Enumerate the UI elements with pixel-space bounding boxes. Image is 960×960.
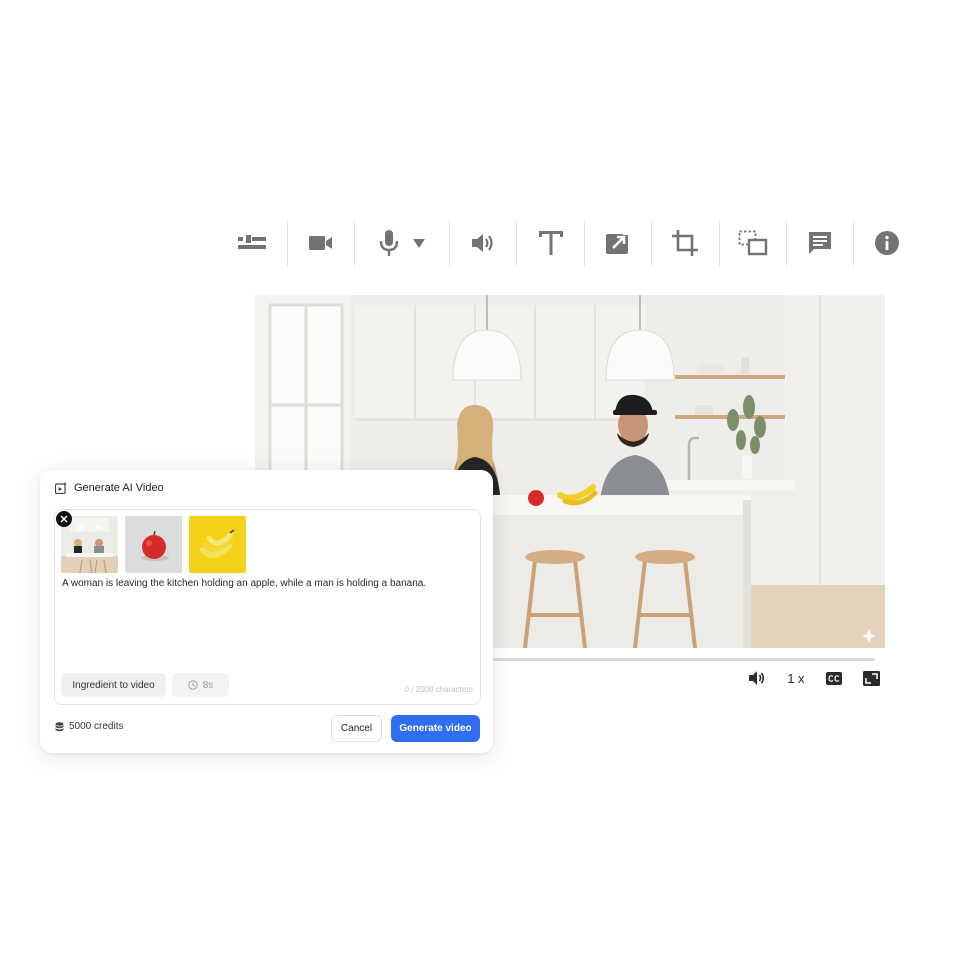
- microphone-icon: [379, 230, 399, 256]
- credits-balance: 5000 credits: [55, 721, 123, 732]
- resize-button[interactable]: [720, 218, 787, 268]
- duration-label: 8s: [202, 679, 214, 691]
- comment-icon: [809, 232, 832, 254]
- volume-icon: [749, 671, 765, 685]
- speaker-icon: [472, 234, 493, 252]
- playback-speed-button[interactable]: 1 x: [787, 671, 804, 686]
- close-icon: [60, 515, 68, 523]
- ingredient-thumbnails: [61, 516, 246, 573]
- panel-header: Generate AI Video: [55, 482, 164, 494]
- microphone-button[interactable]: [355, 218, 450, 268]
- remove-ingredient-button[interactable]: [56, 511, 72, 527]
- video-camera-icon: [308, 236, 332, 250]
- export-icon: [605, 231, 631, 254]
- generate-video-button[interactable]: Generate video: [391, 715, 480, 742]
- cancel-button[interactable]: Cancel: [331, 715, 382, 742]
- fullscreen-icon: [863, 670, 880, 686]
- chevron-down-icon[interactable]: [412, 238, 425, 248]
- credits-label: 5000 credits: [69, 721, 124, 732]
- video-camera-button[interactable]: [288, 218, 354, 268]
- prompt-box[interactable]: A woman is leaving the kitchen holding a…: [54, 509, 481, 705]
- ai-video-icon: [55, 482, 67, 494]
- coins-icon: [55, 721, 64, 731]
- prompt-textarea[interactable]: A woman is leaving the kitchen holding a…: [62, 577, 472, 590]
- crop-button[interactable]: [652, 218, 719, 268]
- text-button[interactable]: [517, 218, 584, 268]
- timeline-icon: [238, 235, 267, 249]
- clock-icon: [188, 680, 198, 690]
- volume-button[interactable]: [748, 670, 766, 686]
- export-button[interactable]: [585, 218, 651, 268]
- banana-thumbnail-image: [189, 516, 246, 573]
- text-icon: [538, 231, 563, 255]
- fullscreen-button[interactable]: [863, 670, 880, 686]
- info-button[interactable]: [854, 218, 920, 268]
- mode-select[interactable]: Ingredient to video: [61, 673, 166, 697]
- character-count: 0 / 2000 characters: [404, 685, 473, 694]
- player-controls: 1 x: [748, 665, 880, 691]
- editor-toolbar: [220, 218, 920, 268]
- resize-icon: [738, 230, 768, 256]
- comment-button[interactable]: [787, 218, 853, 268]
- captions-button[interactable]: [825, 671, 842, 685]
- video-progress-bar[interactable]: [490, 658, 875, 661]
- timeline-button[interactable]: [220, 218, 287, 268]
- banana-thumbnail[interactable]: [189, 516, 246, 573]
- panel-title: Generate AI Video: [74, 482, 164, 494]
- duration-select[interactable]: 8s: [172, 673, 229, 697]
- captions-icon: [825, 671, 842, 685]
- crop-icon: [672, 230, 699, 256]
- apple-thumbnail-image: [125, 516, 182, 573]
- info-icon: [875, 231, 900, 255]
- apple-thumbnail[interactable]: [125, 516, 182, 573]
- speaker-button[interactable]: [450, 218, 516, 268]
- generate-ai-video-panel: Generate AI Video A woman is leaving the…: [40, 470, 493, 753]
